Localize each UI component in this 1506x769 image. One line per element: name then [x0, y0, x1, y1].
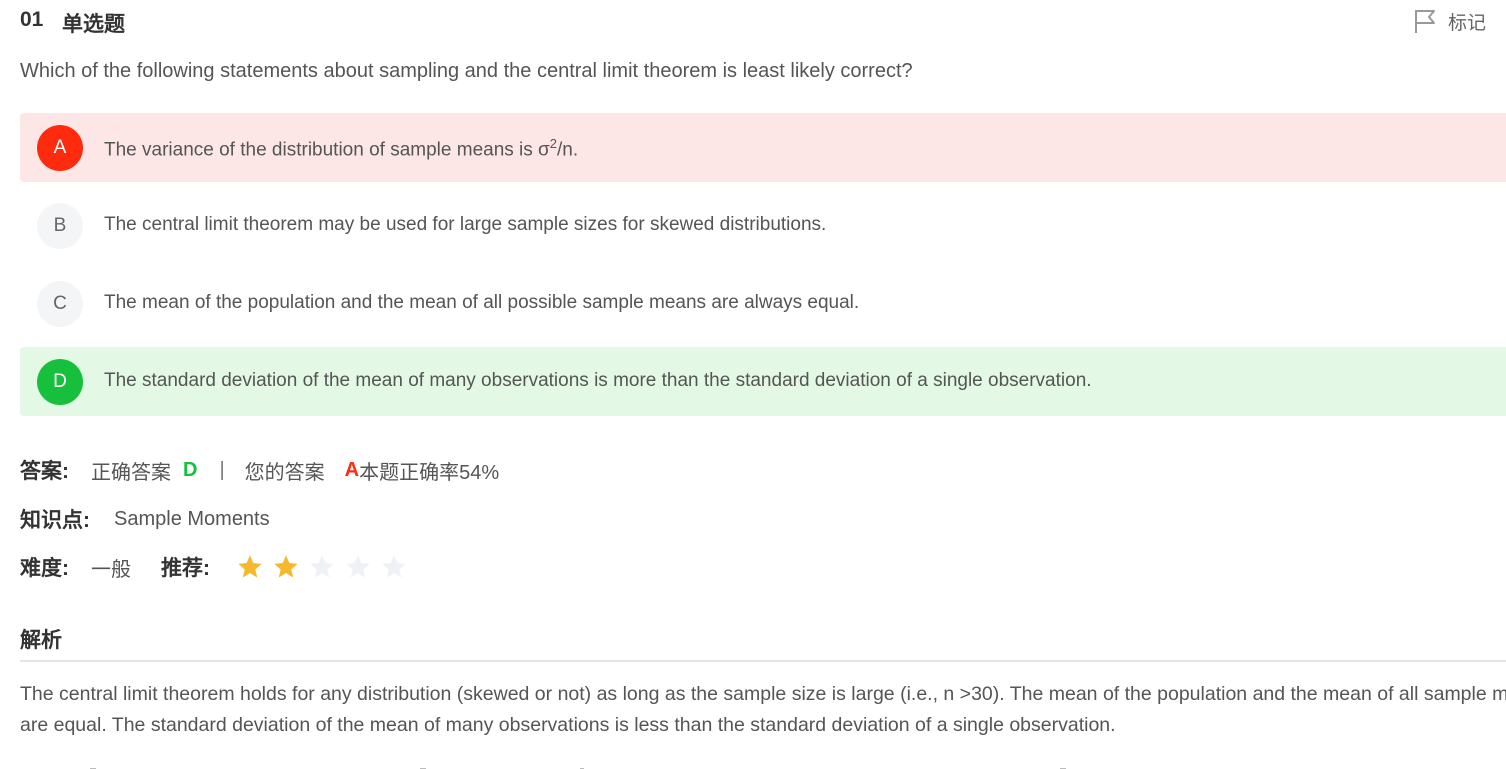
star-icon [274, 555, 298, 578]
question-text: Which of the following statements about … [20, 60, 913, 82]
option-d-text: The standard deviation of the mean of ma… [104, 370, 1092, 391]
option-a-letter: A [37, 125, 83, 171]
option-a-superscript: 2 [549, 136, 558, 151]
question-type: 单选题 [62, 13, 125, 36]
answer-row: 答案: 正确答案 D | 您的答案 A 本题正确率54% [20, 455, 499, 485]
correct-rate: 本题正确率54% [359, 461, 500, 484]
cut-off-text-fragment [20, 760, 1320, 769]
option-a-text: The variance of the distribution of samp… [104, 136, 578, 161]
correct-answer-label: 正确答案 [91, 461, 171, 484]
option-d[interactable]: D The standard deviation of the mean of … [20, 347, 1506, 416]
knowledge-row: 知识点: Sample Moments [20, 504, 270, 534]
star-icon [382, 555, 406, 578]
difficulty-value: 一般 [91, 558, 131, 581]
option-d-letter: D [37, 359, 83, 405]
star-icon [238, 555, 262, 578]
option-b-text: The central limit theorem may be used fo… [104, 214, 827, 235]
option-b-letter: B [37, 203, 83, 249]
correct-answer-value: D [183, 458, 198, 481]
answer-label: 答案: [20, 460, 69, 483]
difficulty-label: 难度: [20, 557, 69, 580]
recommend-rating [236, 553, 408, 581]
question-header: 01 单选题 标记 [20, 6, 1506, 36]
knowledge-label: 知识点: [20, 509, 90, 532]
option-b[interactable]: B The central limit theorem may be used … [20, 191, 1506, 260]
option-c-text: The mean of the population and the mean … [104, 292, 860, 313]
your-answer-value: A [344, 458, 360, 481]
option-a-text-tail: /n. [557, 139, 579, 161]
option-a-text-main: The variance of the distribution of samp… [104, 139, 550, 161]
option-c[interactable]: C The mean of the population and the mea… [20, 269, 1506, 338]
analysis-text: The central limit theorem holds for any … [20, 683, 1506, 736]
option-a[interactable]: A The variance of the distribution of sa… [20, 113, 1506, 182]
knowledge-value: Sample Moments [114, 507, 270, 530]
star-icon [310, 555, 334, 578]
answer-separator: | [219, 458, 225, 481]
mark-label: 标记 [1447, 12, 1486, 34]
star-icon [346, 555, 370, 578]
recommend-label: 推荐: [161, 557, 210, 580]
question-page: 01 单选题 标记 Which of the following stateme… [0, 0, 1506, 769]
analysis-title: 解析 [20, 629, 62, 652]
flag-icon [1414, 10, 1435, 33]
option-c-letter: C [37, 281, 83, 327]
analysis-divider [20, 660, 1506, 662]
difficulty-row: 难度: 一般 推荐: [20, 552, 408, 582]
your-answer-label: 您的答案 [244, 461, 325, 484]
mark-button[interactable]: 标记 [1412, 8, 1486, 34]
question-number: 01 [20, 8, 44, 31]
